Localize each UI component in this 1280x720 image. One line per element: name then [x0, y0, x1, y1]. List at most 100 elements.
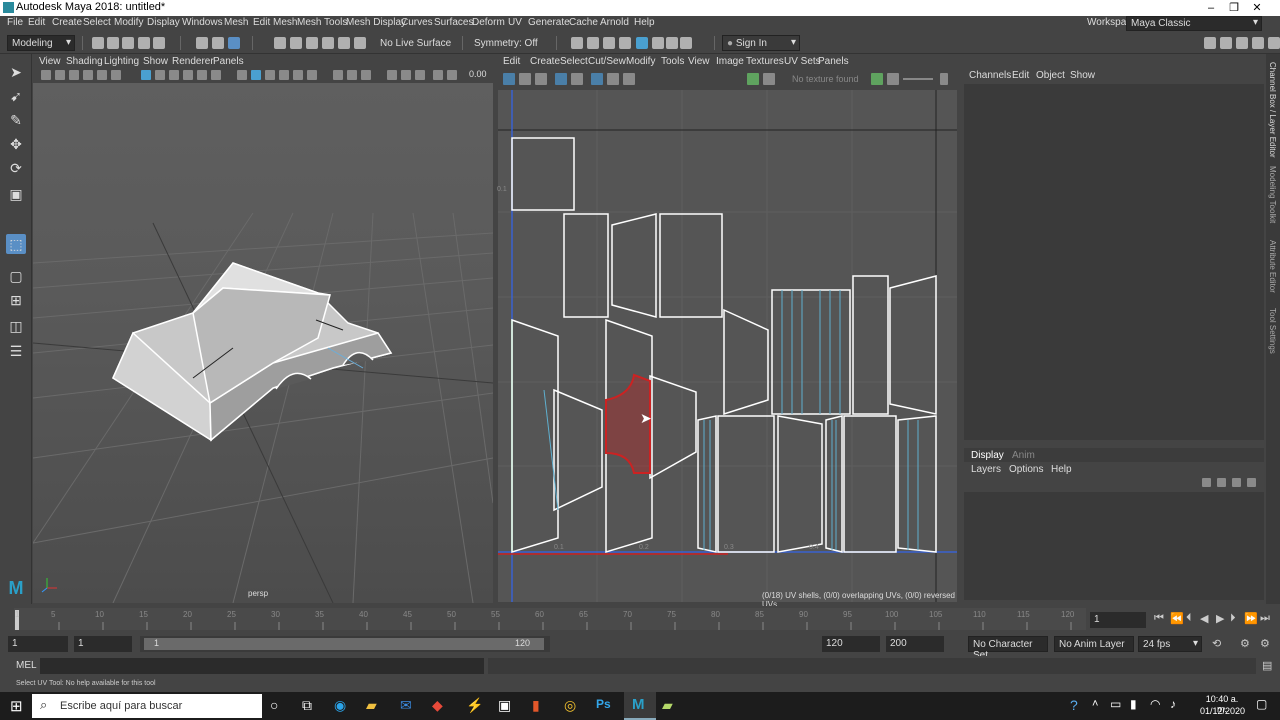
cortana-icon[interactable]: ○ — [270, 697, 278, 713]
play-forward-icon[interactable]: ▶ — [1216, 612, 1224, 625]
tab-anim[interactable]: Anim — [1012, 450, 1035, 461]
maya-taskbar-button[interactable]: M — [624, 692, 656, 720]
layout-icon[interactable] — [1204, 37, 1216, 49]
tab-channel-box-layer-editor[interactable]: Channel Box / Layer Editor — [1268, 62, 1277, 158]
render-current-icon[interactable] — [571, 37, 583, 49]
four-view-icon[interactable]: ⊞ — [6, 290, 26, 310]
uv-image-options-icon[interactable] — [763, 73, 775, 85]
uv-checker-icon[interactable] — [535, 73, 547, 85]
volume-icon[interactable]: ♪ — [1170, 697, 1176, 711]
playback-start-field[interactable]: 1 — [74, 636, 132, 652]
menu-mesh[interactable]: Mesh — [224, 17, 248, 28]
fps-dropdown[interactable]: 24 fps ▾ — [1138, 636, 1202, 652]
xray-joints-icon[interactable] — [361, 70, 371, 80]
undo-icon[interactable] — [138, 37, 150, 49]
perspective-viewport[interactable]: persp — [0, 83, 494, 604]
uv-menu-panels[interactable]: Panels — [818, 56, 849, 67]
isolate-icon[interactable] — [333, 70, 343, 80]
resolution-gate-icon[interactable] — [169, 70, 179, 80]
exposure-icon[interactable] — [387, 70, 397, 80]
auto-key-icon[interactable]: ⚙ — [1240, 637, 1250, 650]
layer-move-down-icon[interactable] — [1217, 478, 1226, 487]
menu-help[interactable]: Help — [634, 17, 655, 28]
notes-icon[interactable]: ▰ — [662, 697, 673, 714]
uv-texture-borders-icon[interactable] — [591, 73, 603, 85]
gamma-icon[interactable] — [401, 70, 411, 80]
menu-edit[interactable]: Edit — [28, 17, 45, 28]
photoshop-icon[interactable]: Ps — [596, 697, 611, 711]
snap-point-icon[interactable] — [306, 37, 318, 49]
textured-icon[interactable] — [279, 70, 289, 80]
prefs-icon[interactable]: ⚙ — [1260, 637, 1270, 650]
tab-display[interactable]: Display — [971, 450, 1004, 461]
windows-start-icon[interactable]: ⊞ — [10, 697, 23, 715]
network-icon[interactable]: ▭ — [1110, 697, 1121, 711]
go-to-start-icon[interactable]: ⏮ — [1154, 612, 1164, 625]
app-icon[interactable]: ⚡ — [466, 697, 483, 714]
uv-image-icon[interactable] — [519, 73, 531, 85]
task-view-icon[interactable]: ⧉ — [302, 697, 312, 714]
uv-snapshot-icon[interactable] — [607, 73, 619, 85]
uv-menu-tools[interactable]: Tools — [661, 56, 684, 67]
uv-menu-modify[interactable]: Modify — [626, 56, 655, 67]
channel-menu-object[interactable]: Object — [1036, 70, 1065, 81]
new-layer-selected-icon[interactable] — [1247, 478, 1256, 487]
time-slider[interactable]: 1 5 10 15 20 25 30 35 40 45 50 55 60 65 … — [0, 606, 1280, 632]
scale-tool-icon[interactable]: ▣ — [6, 184, 26, 204]
battery-icon[interactable]: ▮ — [1130, 697, 1137, 711]
menu-mesh-display[interactable]: Mesh Display — [346, 17, 406, 28]
edge-browser-icon[interactable]: ◉ — [334, 697, 346, 714]
uv-exposure-icon[interactable] — [887, 73, 899, 85]
persp-menu-shading[interactable]: Shading — [66, 56, 103, 67]
menu-set-dropdown[interactable]: Modeling ▾ — [7, 35, 75, 51]
menu-select[interactable]: Select — [83, 17, 111, 28]
play-backward-icon[interactable]: ◀ — [1200, 612, 1208, 625]
hypershade-icon[interactable] — [619, 37, 631, 49]
menu-curves[interactable]: Curves — [401, 17, 433, 28]
new-scene-icon[interactable] — [92, 37, 104, 49]
select-tool-icon[interactable]: ➤ — [6, 62, 26, 82]
new-layer-icon[interactable] — [1232, 478, 1241, 487]
loop-icon[interactable]: ⟲ — [1212, 637, 1221, 650]
menu-generate[interactable]: Generate — [528, 17, 570, 28]
grid-icon[interactable] — [141, 70, 151, 80]
exposure-value[interactable]: 0.00 — [469, 69, 487, 79]
character-set-dropdown[interactable]: No Character Set — [968, 636, 1048, 661]
persp-menu-panels[interactable]: Panels — [213, 56, 244, 67]
uv-menu-image[interactable]: Image — [716, 56, 744, 67]
menu-uv[interactable]: UV — [508, 17, 522, 28]
taskbar-search[interactable]: ⌕ Escribe aquí para buscar — [32, 694, 262, 718]
lights-icon[interactable] — [293, 70, 303, 80]
object-select-icon[interactable] — [212, 37, 224, 49]
layer-move-up-icon[interactable] — [1202, 478, 1211, 487]
bookmark-icon[interactable] — [69, 70, 79, 80]
range-bar[interactable]: 1 120 — [140, 636, 550, 652]
uv-menu-edit[interactable]: Edit — [503, 56, 520, 67]
move-tool-icon[interactable]: ✥ — [6, 134, 26, 154]
field-chart-icon[interactable] — [197, 70, 207, 80]
uv-menu-select[interactable]: Select — [560, 56, 588, 67]
exposure-slider[interactable] — [903, 78, 933, 80]
persp-menu-view[interactable]: View — [39, 56, 61, 67]
uv-menu-create[interactable]: Create — [530, 56, 560, 67]
gate-mask-icon[interactable] — [183, 70, 193, 80]
render-settings-icon[interactable] — [603, 37, 615, 49]
mail-icon[interactable]: ✉ — [400, 697, 412, 714]
layer-menu-help[interactable]: Help — [1051, 464, 1072, 475]
modeling-toolkit-icon[interactable] — [1220, 37, 1232, 49]
snap-view-icon[interactable] — [322, 37, 334, 49]
camera-icon[interactable] — [41, 70, 51, 80]
menu-cache[interactable]: Cache — [569, 17, 598, 28]
channel-menu-show[interactable]: Show — [1070, 70, 1095, 81]
uv-grid-icon[interactable] — [503, 73, 515, 85]
panel-layout-icon[interactable] — [447, 70, 457, 80]
workspace-dropdown[interactable]: Maya Classic ▾ — [1126, 16, 1262, 31]
persp-menu-renderer[interactable]: Renderer — [172, 56, 214, 67]
two-d-pan-icon[interactable] — [97, 70, 107, 80]
step-back-key-icon[interactable]: ⏪ — [1170, 612, 1184, 625]
help-tray-icon[interactable]: ? — [1070, 697, 1078, 713]
wireframe-icon[interactable] — [237, 70, 247, 80]
step-back-frame-icon[interactable]: ⏴ — [1186, 612, 1192, 625]
tab-tool-settings[interactable]: Tool Settings — [1268, 308, 1277, 354]
step-forward-key-icon[interactable]: ⏩ — [1244, 612, 1258, 625]
